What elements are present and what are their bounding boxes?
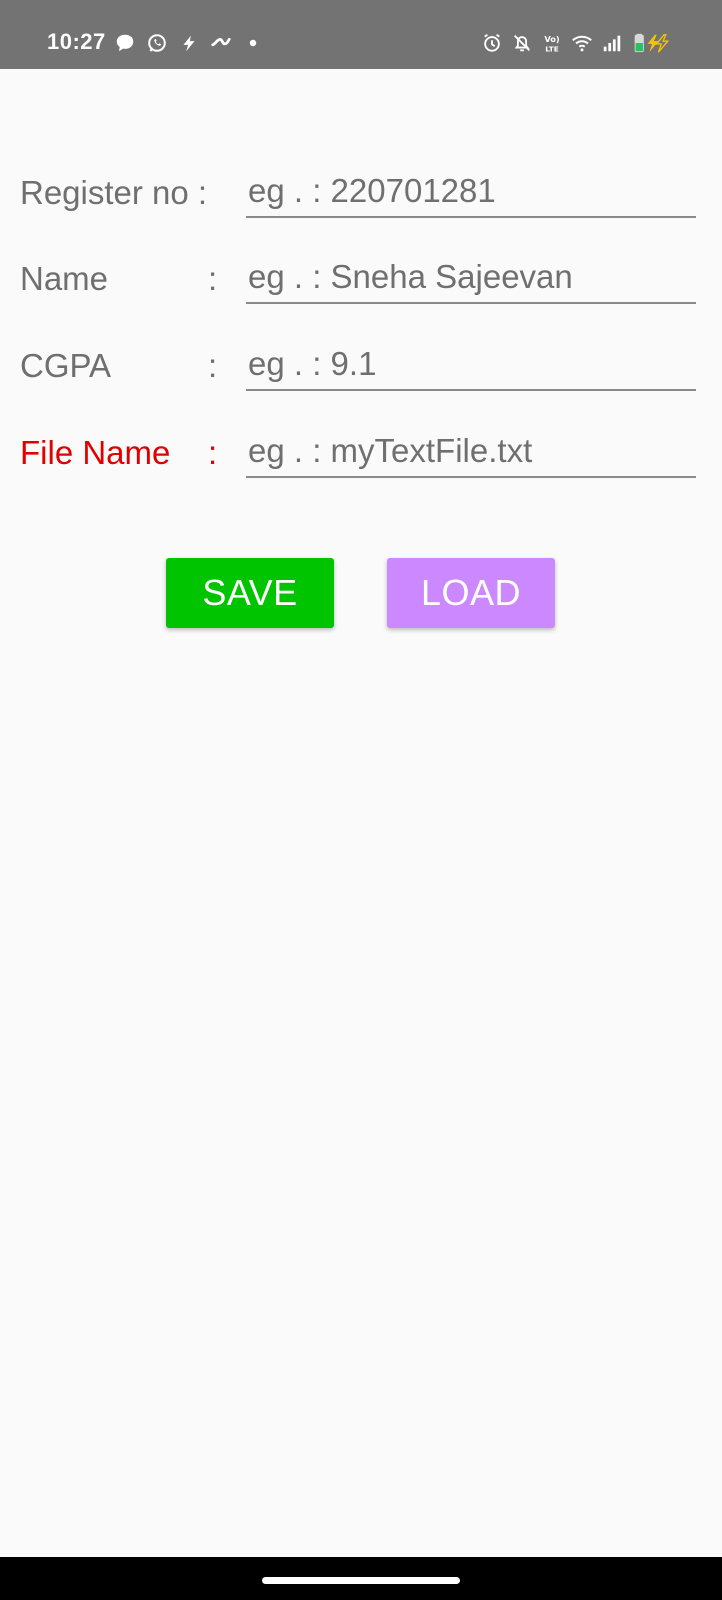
name-label: Name xyxy=(20,260,109,297)
chat-bubble-icon xyxy=(114,32,136,54)
status-time: 10:27 xyxy=(47,29,106,54)
name-input[interactable] xyxy=(246,252,696,304)
cgpa-row: CGPA : xyxy=(0,339,722,399)
svg-text:LTE: LTE xyxy=(545,44,558,53)
alarm-icon xyxy=(481,32,503,54)
signal-icon xyxy=(601,32,623,54)
bolt-icon xyxy=(178,32,200,54)
svg-text:Vo): Vo) xyxy=(544,34,560,44)
save-button[interactable]: SAVE xyxy=(166,558,334,628)
register-no-input[interactable] xyxy=(246,166,696,218)
wifi-icon xyxy=(571,32,593,54)
file-name-input[interactable] xyxy=(246,426,696,478)
status-bar: 10:27 Vo) LTE xyxy=(0,0,722,69)
cgpa-label: CGPA xyxy=(20,347,112,384)
file-name-colon: : xyxy=(208,434,218,471)
file-name-label: File Name xyxy=(20,434,171,471)
system-icons: Vo) LTE xyxy=(481,30,675,56)
cgpa-input[interactable] xyxy=(246,339,696,391)
load-button[interactable]: LOAD xyxy=(387,558,555,628)
cgpa-colon: : xyxy=(208,347,218,384)
volte-icon: Vo) LTE xyxy=(541,32,563,54)
notification-icons xyxy=(114,31,264,55)
battery-charging-icon xyxy=(631,32,675,54)
navigation-bar xyxy=(0,1557,722,1600)
bell-off-icon xyxy=(511,32,533,54)
register-no-row: Register no : xyxy=(0,166,722,226)
name-row: Name : xyxy=(0,252,722,312)
register-no-label: Register no : xyxy=(20,174,208,211)
home-gesture-handle[interactable] xyxy=(262,1577,460,1584)
file-name-row: File Name : xyxy=(0,426,722,486)
whatsapp-icon xyxy=(146,32,168,54)
name-colon: : xyxy=(208,260,218,297)
dot-icon xyxy=(242,32,264,54)
app-icon xyxy=(210,32,232,54)
